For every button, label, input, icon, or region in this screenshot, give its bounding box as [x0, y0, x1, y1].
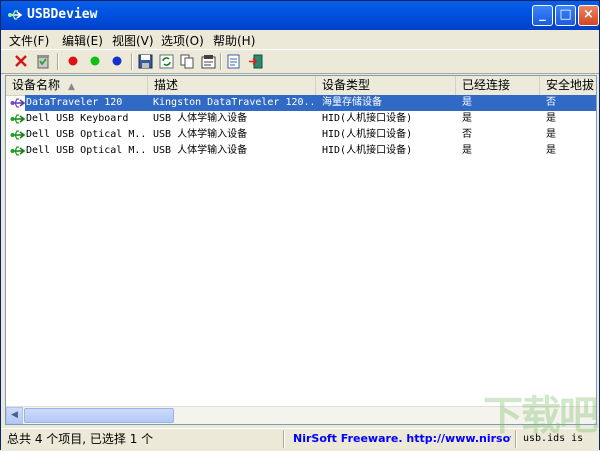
properties-icon[interactable] — [200, 53, 216, 69]
status-item-count: 总共 4 个项目, 已选择 1 个 — [7, 432, 154, 446]
scroll-left-arrow-icon[interactable]: ◀ — [6, 407, 23, 424]
minimize-button[interactable]: _ — [532, 5, 553, 26]
save-icon[interactable] — [137, 53, 153, 69]
cell-description: Kingston DataTraveler 120... — [153, 97, 313, 108]
cell-device-name: Dell USB Keyboard — [26, 113, 129, 124]
title-bar[interactable]: USBDeview _ □ × — [1, 1, 599, 30]
cell-device-type: HID(人机接口设备) — [322, 129, 413, 140]
nirsoft-link[interactable]: NirSoft Freeware. http://www.nirsoft.net — [293, 431, 511, 447]
menu-help[interactable]: 帮助(H) — [213, 32, 255, 49]
table-row[interactable]: Dell USB Optical M... USB 人体学输入设备 HID(人机… — [6, 143, 596, 159]
scrollbar-thumb[interactable] — [24, 408, 174, 423]
cell-description: USB 人体学输入设备 — [153, 129, 248, 140]
toolbar — [1, 49, 599, 74]
status-separator — [283, 431, 285, 448]
cell-device-name: Dell USB Optical M... — [26, 145, 146, 156]
report-icon[interactable] — [225, 53, 241, 69]
refresh-icon[interactable] — [158, 53, 174, 69]
maximize-button[interactable]: □ — [555, 5, 576, 26]
toolbar-separator — [57, 53, 59, 70]
usb-device-icon — [10, 130, 26, 140]
cell-device-name: Dell USB Optical M... — [26, 129, 146, 140]
copy-icon[interactable] — [179, 53, 195, 69]
table-row[interactable]: Dell USB Keyboard USB 人体学输入设备 HID(人机接口设备… — [6, 111, 596, 127]
column-header-device-type[interactable]: 设备类型 — [316, 76, 456, 95]
cell-connected: 是 — [462, 145, 472, 156]
toolbar-separator — [220, 53, 222, 70]
device-list[interactable]: 设备名称 ▲ 描述 设备类型 已经连接 安全地拔 DataTraveler 120… — [5, 75, 597, 425]
blue-dot-icon[interactable] — [109, 53, 125, 69]
column-header-connected[interactable]: 已经连接 — [456, 76, 540, 95]
usb-app-icon — [8, 10, 23, 20]
menu-bar: 文件(F) 编辑(E) 视图(V) 选项(O) 帮助(H) — [1, 30, 599, 49]
column-header-description[interactable]: 描述 — [148, 76, 316, 95]
table-row[interactable]: Dell USB Optical M... USB 人体学输入设备 HID(人机… — [6, 127, 596, 143]
cell-description: USB 人体学输入设备 — [153, 145, 248, 156]
usb-device-icon — [10, 146, 26, 156]
cell-device-type: HID(人机接口设备) — [322, 145, 413, 156]
column-header-safe-remove[interactable]: 安全地拔 — [540, 76, 596, 95]
cell-device-name: DataTraveler 120 — [26, 97, 123, 108]
window-title: USBDeview — [27, 7, 98, 22]
cell-connected: 是 — [462, 97, 472, 108]
cell-connected: 否 — [462, 129, 472, 140]
uninstall-icon[interactable] — [35, 53, 51, 69]
list-header: 设备名称 ▲ 描述 设备类型 已经连接 安全地拔 — [6, 76, 596, 96]
toolbar-separator — [131, 53, 133, 70]
delete-icon[interactable] — [13, 53, 29, 69]
watermark-logo: 下载吧 — [483, 393, 599, 439]
cell-connected: 是 — [462, 113, 472, 124]
cell-safe-remove: 是 — [546, 129, 556, 140]
close-button[interactable]: × — [578, 5, 599, 26]
cell-device-type: 海量存储设备 — [322, 97, 382, 108]
table-row[interactable]: DataTraveler 120 Kingston DataTraveler 1… — [6, 95, 596, 111]
cell-safe-remove: 是 — [546, 145, 556, 156]
column-header-device-name[interactable]: 设备名称 ▲ — [6, 76, 148, 95]
menu-options[interactable]: 选项(O) — [161, 32, 204, 49]
menu-file[interactable]: 文件(F) — [9, 32, 49, 49]
cell-safe-remove: 否 — [546, 97, 556, 108]
main-window: USBDeview _ □ × 文件(F) 编辑(E) 视图(V) 选项(O) … — [0, 0, 600, 451]
usb-device-icon — [10, 98, 26, 108]
red-dot-icon[interactable] — [65, 53, 81, 69]
cell-safe-remove: 是 — [546, 113, 556, 124]
exit-icon[interactable] — [247, 53, 263, 69]
usb-device-icon — [10, 114, 26, 124]
cell-device-type: HID(人机接口设备) — [322, 113, 413, 124]
green-dot-icon[interactable] — [87, 53, 103, 69]
menu-edit[interactable]: 编辑(E) — [62, 32, 103, 49]
cell-description: USB 人体学输入设备 — [153, 113, 248, 124]
menu-view[interactable]: 视图(V) — [112, 32, 154, 49]
